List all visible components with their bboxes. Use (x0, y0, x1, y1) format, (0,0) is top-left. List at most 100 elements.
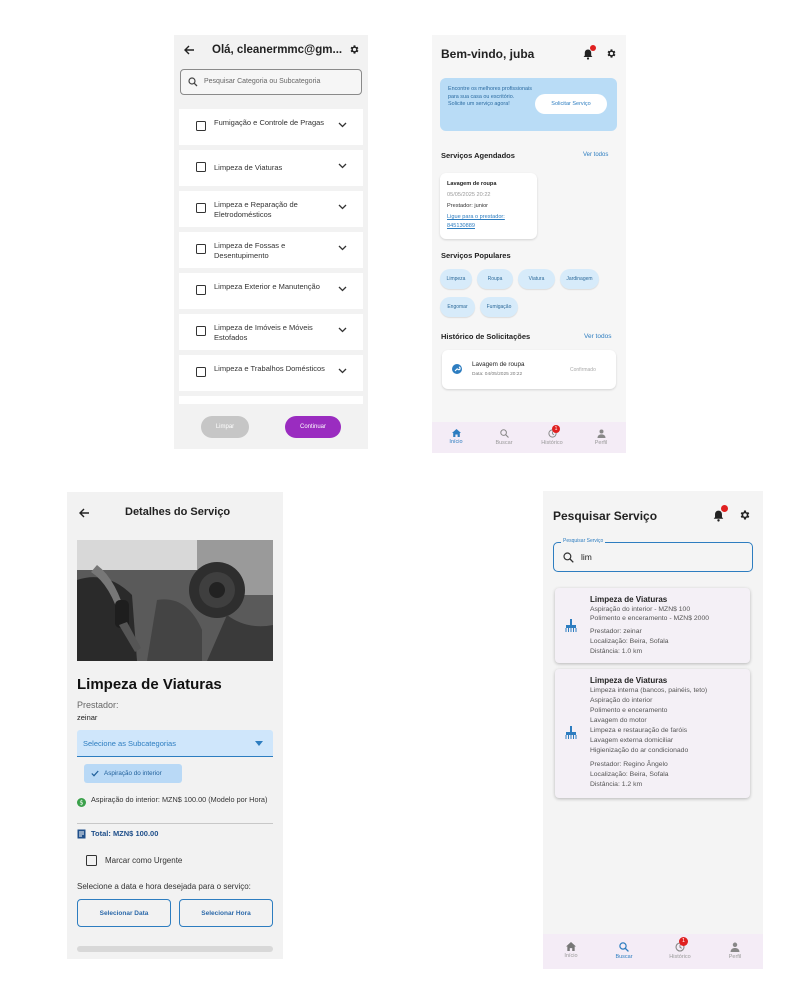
category-checkbox[interactable] (196, 367, 206, 377)
chevron-down-icon[interactable] (338, 245, 347, 251)
gear-icon[interactable] (606, 48, 617, 59)
appointment-date: 05/05/2025 20:22 (447, 192, 491, 198)
result-distance: Distância: 1.2 km (590, 781, 643, 788)
back-arrow-icon[interactable] (78, 507, 90, 519)
popular-chip[interactable]: Jardinagem (560, 269, 599, 289)
result-title: Limpeza de Viaturas (590, 595, 668, 604)
category-label: Limpeza de Viaturas (214, 163, 283, 172)
category-item-partial (179, 396, 363, 404)
appointment-card[interactable]: Lavagem de roupa 05/05/2025 20:22 Presta… (440, 173, 537, 239)
popular-chip[interactable]: Roupa (477, 269, 513, 289)
category-label: Fumigação e Controle de Pragas (214, 118, 325, 127)
category-item[interactable]: Limpeza de Viaturas (179, 150, 363, 186)
result-line: Polimento e enceramento (590, 707, 668, 714)
welcome-title: Bem-vindo, juba (441, 47, 535, 61)
bottom-button-partial (77, 946, 273, 952)
chevron-down-icon[interactable] (338, 368, 347, 374)
result-line: Aspiração do interior - MZN$ 100 (590, 606, 691, 613)
service-search-input[interactable]: Pesquisar Serviço lim (553, 538, 753, 572)
category-select-screen: Olá, cleanermmc@gm... Pesquisar Categori… (174, 35, 368, 449)
history-card[interactable]: Lavagem de roupa Data: 04/05/2025 20:22 … (442, 350, 616, 389)
search-icon (563, 552, 574, 563)
popular-chip[interactable]: Viatura (518, 269, 555, 289)
popular-chip[interactable]: Limpeza (440, 269, 472, 289)
search-result-card[interactable]: Limpeza de Viaturas Aspiração do interio… (555, 588, 750, 663)
continue-button[interactable]: Continuar (285, 416, 341, 438)
result-line: Higienização do ar condicionado (590, 747, 689, 754)
category-checkbox[interactable] (196, 121, 206, 131)
nav-search-label: Buscar (495, 440, 513, 446)
divider (77, 823, 273, 824)
search-service-screen: Pesquisar Serviço Pesquisar Serviço lim … (543, 491, 763, 969)
result-location: Localização: Beira, Sofala (590, 771, 669, 778)
chevron-down-icon[interactable] (338, 286, 347, 292)
search-icon (188, 77, 198, 87)
notification-dot (590, 45, 596, 51)
category-item[interactable]: Limpeza Exterior e Manutenção (179, 273, 363, 309)
category-label: Limpeza de Fossas e Desentupimento (214, 241, 286, 260)
promo-banner: Encontre os melhores profissionais para … (440, 78, 617, 131)
result-line: Polimento e enceramento - MZN$ 2000 (590, 615, 710, 622)
appointment-service: Lavagem de roupa (447, 181, 497, 187)
nav-home[interactable]: Início (445, 429, 467, 445)
appointment-provider: Prestador: junior (447, 203, 489, 209)
result-line: Lavagem do motor (590, 717, 647, 724)
provider-label: Prestador: (77, 700, 119, 710)
chevron-down-icon[interactable] (338, 204, 347, 210)
category-checkbox[interactable] (196, 162, 206, 172)
category-item[interactable]: Limpeza de Imóveis e Móveis Estofados (179, 314, 363, 350)
svg-text:$: $ (79, 799, 83, 807)
history-title: Histórico de Solicitações (441, 332, 531, 341)
search-value: lim (581, 552, 592, 562)
urgent-checkbox[interactable] (86, 855, 97, 866)
home-icon (566, 942, 576, 951)
person-icon (730, 942, 740, 952)
result-provider: Prestador: Regino Ângelo (590, 761, 668, 768)
category-search-input[interactable]: Pesquisar Categoria ou Subcategoria (180, 69, 362, 95)
select-date-button[interactable]: Selecionar Data (77, 899, 171, 927)
select-time-button[interactable]: Selecionar Hora (179, 899, 273, 927)
person-icon (597, 429, 606, 438)
provider-phone-link[interactable]: 845130889 (447, 223, 475, 229)
gear-icon[interactable] (739, 509, 751, 521)
price-line: Aspiração do interior: MZN$ 100.00 (Mode… (91, 795, 268, 804)
category-checkbox[interactable] (196, 285, 206, 295)
scheduled-see-all-link[interactable]: Ver todos (583, 152, 608, 158)
search-result-card[interactable]: Limpeza de Viaturas Limpeza interna (ban… (555, 669, 750, 798)
chevron-down-icon[interactable] (338, 327, 347, 333)
greeting-title: Olá, cleanermmc@gm... (212, 44, 343, 56)
history-badge: 1 (679, 937, 688, 946)
nav-profile[interactable]: Perfil (590, 429, 612, 446)
nav-search[interactable]: Buscar (493, 429, 515, 446)
gear-icon[interactable] (349, 44, 360, 55)
call-provider-link[interactable]: Ligue para o prestador: (447, 214, 505, 220)
category-item[interactable]: Limpeza e Trabalhos Domésticos (179, 355, 363, 391)
cleaning-brush-icon (565, 726, 577, 739)
category-checkbox[interactable] (196, 326, 206, 336)
request-service-button[interactable]: Solicitar Serviço (535, 94, 607, 114)
nav-home[interactable]: Início (559, 942, 583, 959)
clear-button[interactable]: Limpar (201, 416, 249, 438)
service-photo (77, 540, 273, 661)
search-floating-label: Pesquisar Serviço (561, 538, 606, 544)
check-icon (91, 770, 99, 777)
popular-chip[interactable]: Fumigação (480, 297, 518, 317)
category-item[interactable]: Fumigação e Controle de Pragas (179, 109, 363, 145)
history-see-all-link[interactable]: Ver todos (584, 333, 611, 340)
nav-home-label: Início (449, 439, 463, 445)
nav-search[interactable]: Buscar (612, 942, 636, 960)
back-arrow-icon[interactable] (183, 44, 195, 56)
category-checkbox[interactable] (196, 203, 206, 213)
selected-subcategory-chip[interactable]: Aspiração do interior (84, 764, 182, 783)
chevron-down-icon[interactable] (338, 122, 347, 128)
category-item[interactable]: Limpeza de Fossas e Desentupimento (179, 232, 363, 268)
datetime-prompt: Selecione a data e hora desejada para o … (77, 882, 251, 891)
chevron-down-icon[interactable] (338, 163, 347, 169)
nav-profile[interactable]: Perfil (723, 942, 747, 960)
category-checkbox[interactable] (196, 244, 206, 254)
category-item[interactable]: Limpeza e Reparação de Eletrodomésticos (179, 191, 363, 227)
nav-history-label: Histórico (541, 440, 563, 446)
popular-chip[interactable]: Engomar (440, 297, 475, 317)
subcategory-select[interactable]: Selecione as Subcategorias (77, 730, 273, 757)
history-badge: 1 (552, 425, 560, 433)
